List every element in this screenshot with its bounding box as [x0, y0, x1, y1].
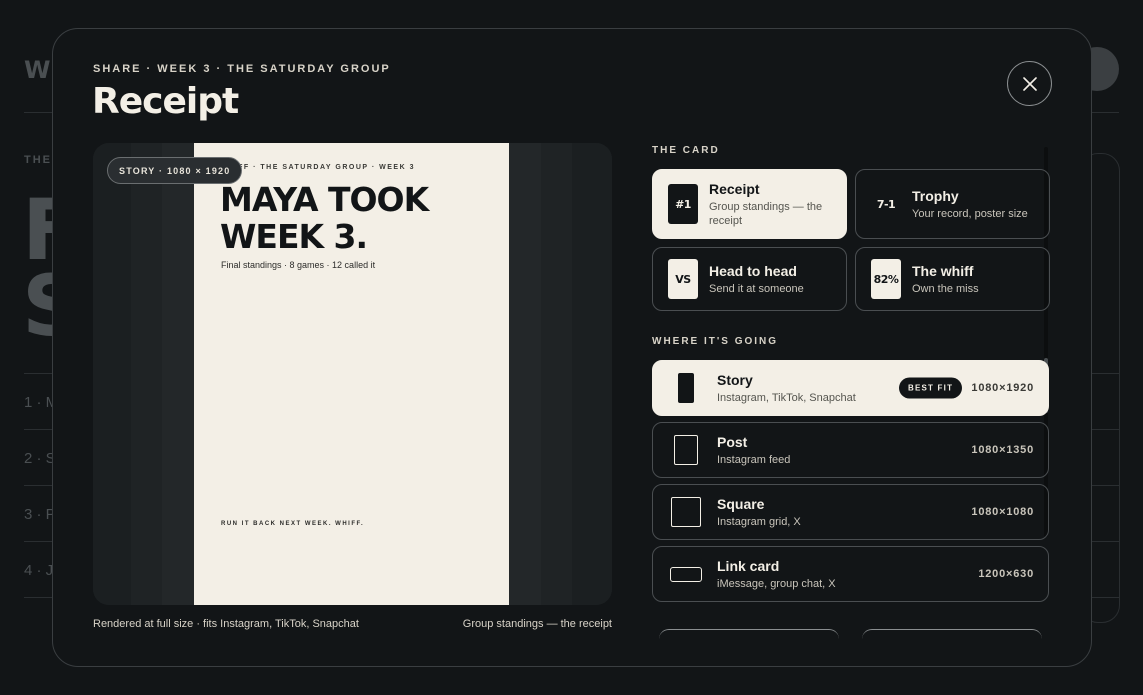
preview-caption: Rendered at full size · fits Instagram, …	[93, 618, 359, 630]
destination-name: Link card	[717, 557, 780, 574]
action-button-partial[interactable]	[659, 629, 839, 641]
share-modal: SHARE · WEEK 3 · THE SATURDAY GROUP Rece…	[52, 28, 1092, 667]
card-footer: RUN IT BACK NEXT WEEK. WHIFF.	[221, 521, 365, 527]
card-option-name: Receipt	[709, 180, 760, 197]
card-option-desc: Own the miss	[912, 282, 979, 295]
preview-backdrop	[541, 143, 572, 605]
destination-size: 1080×1080	[971, 506, 1034, 518]
card-badge: #1	[668, 184, 698, 224]
close-icon	[1022, 76, 1037, 91]
card-option-desc: Group standings — the receipt	[709, 200, 823, 227]
action-button-partial[interactable]	[862, 629, 1042, 641]
card-badge: VS	[668, 259, 698, 299]
card-option-desc: Send it at someone	[709, 282, 804, 295]
section-label-destination: WHERE IT'S GOING	[652, 336, 779, 347]
preview-backdrop	[572, 143, 612, 605]
preview-backdrop	[509, 143, 541, 605]
destination-story[interactable]: Story Instagram, TikTok, Snapchat BEST F…	[652, 360, 1049, 416]
card-kicker: WHIFF · THE SATURDAY GROUP · WEEK 3	[220, 164, 415, 171]
card-option-head-to-head[interactable]: VS Head to head Send it at someone	[652, 247, 847, 311]
destination-name: Story	[717, 371, 753, 388]
close-button[interactable]	[1007, 61, 1052, 106]
destination-link-card[interactable]: Link card iMessage, group chat, X 1200×6…	[652, 546, 1049, 602]
preview-backdrop	[93, 143, 131, 605]
post-format-icon	[674, 435, 698, 465]
card-badge: 7-1	[876, 197, 896, 211]
card-option-name: The whiff	[912, 262, 974, 279]
card-option-desc: Your record, poster size	[912, 207, 1028, 220]
destination-desc: Instagram feed	[717, 453, 791, 466]
card-badge: 82%	[871, 259, 901, 299]
card-preview: WHIFF · THE SATURDAY GROUP · WEEK 3 MAYA…	[93, 143, 612, 605]
destination-size: 1080×1350	[971, 444, 1034, 456]
modal-title: Receipt	[92, 81, 239, 122]
preview-card-caption: Group standings — the receipt	[462, 618, 612, 630]
card-subline: Final standings · 8 games · 12 called it	[221, 260, 376, 270]
destination-name: Post	[717, 433, 748, 450]
destination-desc: Instagram, TikTok, Snapchat	[717, 391, 856, 404]
section-label-card: THE CARD	[652, 145, 720, 156]
card-option-whiff[interactable]: 82% The whiff Own the miss	[855, 247, 1050, 311]
background-list-item: 2 · S	[24, 450, 56, 467]
destination-name: Square	[717, 495, 765, 512]
background-list-item: 3 · P	[24, 506, 56, 523]
background-list-item: 4 · J	[24, 562, 54, 579]
story-format-icon	[678, 373, 694, 403]
card-option-name: Head to head	[709, 262, 797, 279]
card-option-receipt[interactable]: #1 Receipt Group standings — the receipt	[652, 169, 847, 239]
card-option-name: Trophy	[912, 187, 959, 204]
card-headline-line: WEEK 3.	[220, 217, 368, 256]
modal-kicker: SHARE · WEEK 3 · THE SATURDAY GROUP	[93, 63, 391, 75]
size-badge: STORY · 1080 × 1920	[107, 157, 243, 184]
destination-square[interactable]: Square Instagram grid, X 1080×1080	[652, 484, 1049, 540]
card-headline-line: MAYA TOOK	[220, 180, 429, 219]
square-format-icon	[671, 497, 701, 527]
card-headline: MAYA TOOK WEEK 3.	[220, 180, 429, 256]
receipt-card: WHIFF · THE SATURDAY GROUP · WEEK 3 MAYA…	[194, 143, 509, 605]
card-option-trophy[interactable]: 7-1 Trophy Your record, poster size	[855, 169, 1050, 239]
preview-backdrop	[131, 143, 162, 605]
preview-backdrop	[162, 143, 194, 605]
destination-size: 1080×1920	[971, 382, 1034, 394]
destination-desc: iMessage, group chat, X	[717, 577, 836, 590]
destination-desc: Instagram grid, X	[717, 515, 801, 528]
link-card-format-icon	[670, 567, 702, 582]
destination-post[interactable]: Post Instagram feed 1080×1350	[652, 422, 1049, 478]
destination-size: 1200×630	[978, 568, 1034, 580]
best-fit-badge: BEST FIT	[899, 377, 963, 399]
